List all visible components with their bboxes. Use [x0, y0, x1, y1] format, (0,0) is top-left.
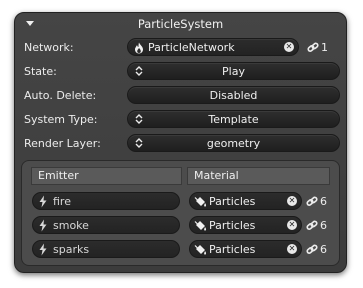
network-value: ParticleNetwork — [148, 41, 235, 54]
clear-x-icon[interactable]: ✕ — [284, 42, 294, 52]
material-name: Particles — [209, 195, 256, 208]
material-link-count: 6 — [320, 195, 327, 208]
lightning-bolt-icon — [39, 195, 47, 208]
state-value: Play — [222, 65, 245, 78]
link-chain-icon[interactable] — [306, 244, 318, 255]
lightning-bolt-icon — [39, 243, 47, 256]
link-chain-icon[interactable] — [306, 196, 318, 207]
emitter-column-header: Emitter — [31, 167, 182, 185]
auto-delete-value: Disabled — [209, 89, 258, 102]
paint-bucket-icon — [194, 245, 207, 255]
network-field[interactable]: ParticleNetwork ✕ — [127, 38, 299, 56]
emitter-material-table: Emitter Material fire Particles ✕ 6 smok… — [21, 160, 340, 266]
link-chain-icon[interactable] — [306, 220, 318, 231]
emitter-name: smoke — [53, 219, 89, 232]
auto-delete-label: Auto. Delete: — [24, 89, 97, 102]
link-chain-icon[interactable] — [307, 42, 319, 53]
render-layer-value: geometry — [206, 137, 261, 150]
material-name: Particles — [209, 219, 256, 232]
material-name: Particles — [209, 243, 256, 256]
flame-icon — [135, 42, 143, 54]
emitter-name: fire — [53, 195, 71, 208]
render-layer-label: Render Layer: — [24, 137, 101, 150]
emitter-field-fire[interactable]: fire — [32, 192, 180, 210]
render-layer-dropdown[interactable]: geometry — [127, 134, 340, 152]
panel-header[interactable]: ParticleSystem — [15, 13, 346, 35]
material-link-count: 6 — [320, 243, 327, 256]
particle-system-panel: ParticleSystem Network: ParticleNetwork … — [14, 12, 347, 273]
auto-delete-toggle[interactable]: Disabled — [127, 86, 340, 104]
system-type-dropdown[interactable]: Template — [127, 110, 340, 128]
paint-bucket-icon — [194, 221, 207, 231]
emitter-field-smoke[interactable]: smoke — [32, 216, 180, 234]
emitter-name: sparks — [53, 243, 90, 256]
material-field-sparks[interactable]: Particles ✕ — [189, 240, 302, 258]
system-type-label: System Type: — [24, 113, 98, 126]
paint-bucket-icon — [194, 197, 207, 207]
emitter-field-sparks[interactable]: sparks — [32, 240, 180, 258]
system-type-value: Template — [208, 113, 259, 126]
material-field-fire[interactable]: Particles ✕ — [189, 192, 302, 210]
network-link-count: 1 — [321, 41, 328, 54]
panel-title: ParticleSystem — [137, 17, 224, 31]
material-link-count: 6 — [320, 219, 327, 232]
clear-x-icon[interactable]: ✕ — [287, 220, 297, 230]
material-field-smoke[interactable]: Particles ✕ — [189, 216, 302, 234]
state-dropdown[interactable]: Play — [127, 62, 340, 80]
lightning-bolt-icon — [39, 219, 47, 232]
network-label: Network: — [24, 41, 74, 54]
clear-x-icon[interactable]: ✕ — [287, 244, 297, 254]
state-label: State: — [24, 65, 57, 78]
clear-x-icon[interactable]: ✕ — [287, 196, 297, 206]
material-column-header: Material — [187, 167, 330, 185]
